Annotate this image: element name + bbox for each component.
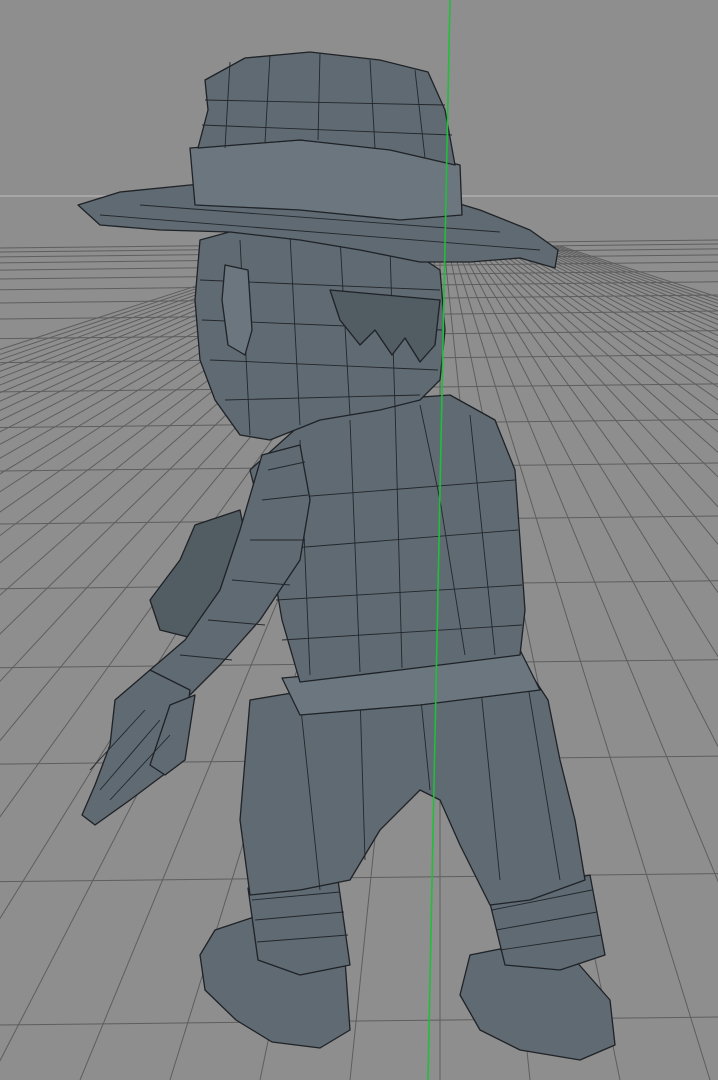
viewport-canvas[interactable] [0,0,718,1080]
3d-viewport[interactable] [0,0,718,1080]
